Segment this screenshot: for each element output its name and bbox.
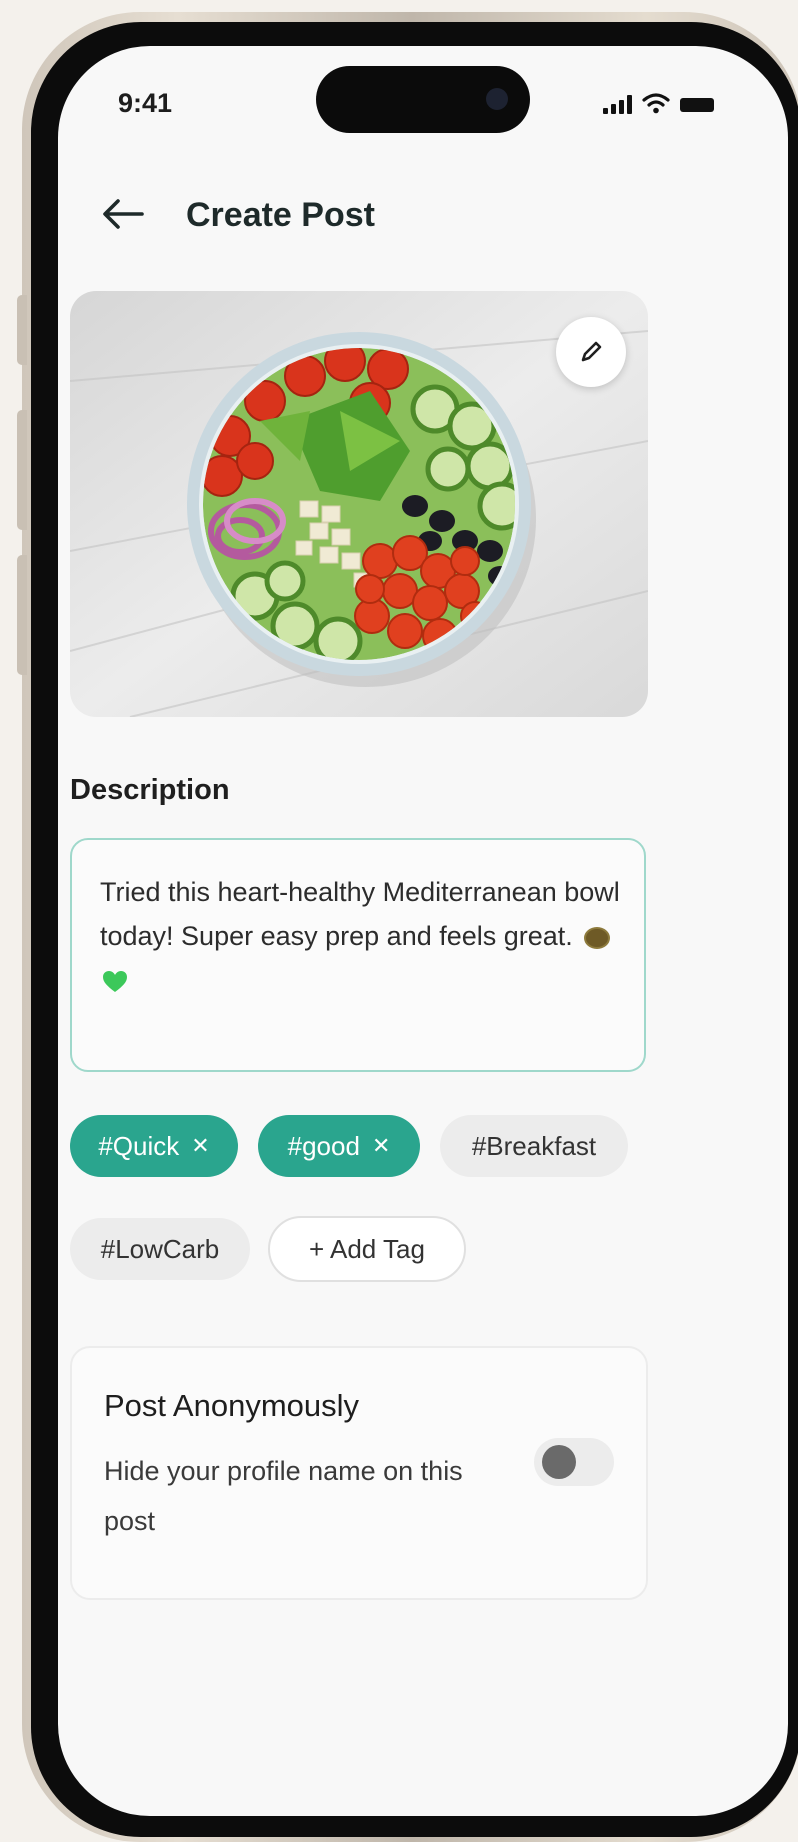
close-icon[interactable]: ✕ bbox=[372, 1133, 390, 1159]
tag-chip-breakfast[interactable]: #Breakfast bbox=[440, 1115, 628, 1177]
green-heart-icon bbox=[103, 970, 127, 992]
dynamic-island bbox=[316, 66, 530, 133]
anonymous-subtitle: Hide your profile name on this post bbox=[104, 1456, 463, 1536]
anonymous-title: Post Anonymously bbox=[104, 1388, 360, 1423]
side-button bbox=[17, 410, 27, 530]
battery-icon bbox=[680, 98, 714, 112]
wifi-icon bbox=[642, 93, 670, 114]
post-photo[interactable] bbox=[70, 291, 648, 717]
pencil-icon bbox=[581, 341, 602, 362]
description-text: Tried this heart-healthy Mediterranean b… bbox=[100, 877, 620, 951]
edit-photo-button[interactable] bbox=[556, 317, 626, 387]
toggle-knob bbox=[542, 1445, 576, 1479]
salad-emoji-icon bbox=[584, 926, 611, 949]
arrow-left-icon[interactable] bbox=[98, 194, 148, 234]
anonymous-toggle[interactable] bbox=[534, 1438, 614, 1486]
tag-chip-good[interactable]: #good ✕ bbox=[258, 1115, 420, 1177]
anonymous-card: Post Anonymously Hide your profile name … bbox=[70, 1346, 648, 1600]
description-textarea[interactable]: Tried this heart-healthy Mediterranean b… bbox=[70, 838, 646, 1072]
add-tag-button[interactable]: + Add Tag bbox=[268, 1216, 466, 1282]
status-time: 9:41 bbox=[118, 88, 173, 118]
side-button bbox=[17, 555, 27, 675]
screen: 9:41 Create Post Description Tried this … bbox=[58, 46, 788, 1816]
signal-icon bbox=[603, 94, 632, 114]
camera-icon bbox=[486, 88, 508, 110]
status-icons bbox=[603, 90, 714, 114]
page-title: Create Post bbox=[186, 196, 375, 234]
close-icon[interactable]: ✕ bbox=[191, 1133, 209, 1159]
tag-chip-quick[interactable]: #Quick ✕ bbox=[70, 1115, 238, 1177]
description-label: Description bbox=[70, 774, 230, 806]
tag-chip-lowcarb[interactable]: #LowCarb bbox=[70, 1218, 250, 1280]
side-button bbox=[17, 295, 27, 365]
